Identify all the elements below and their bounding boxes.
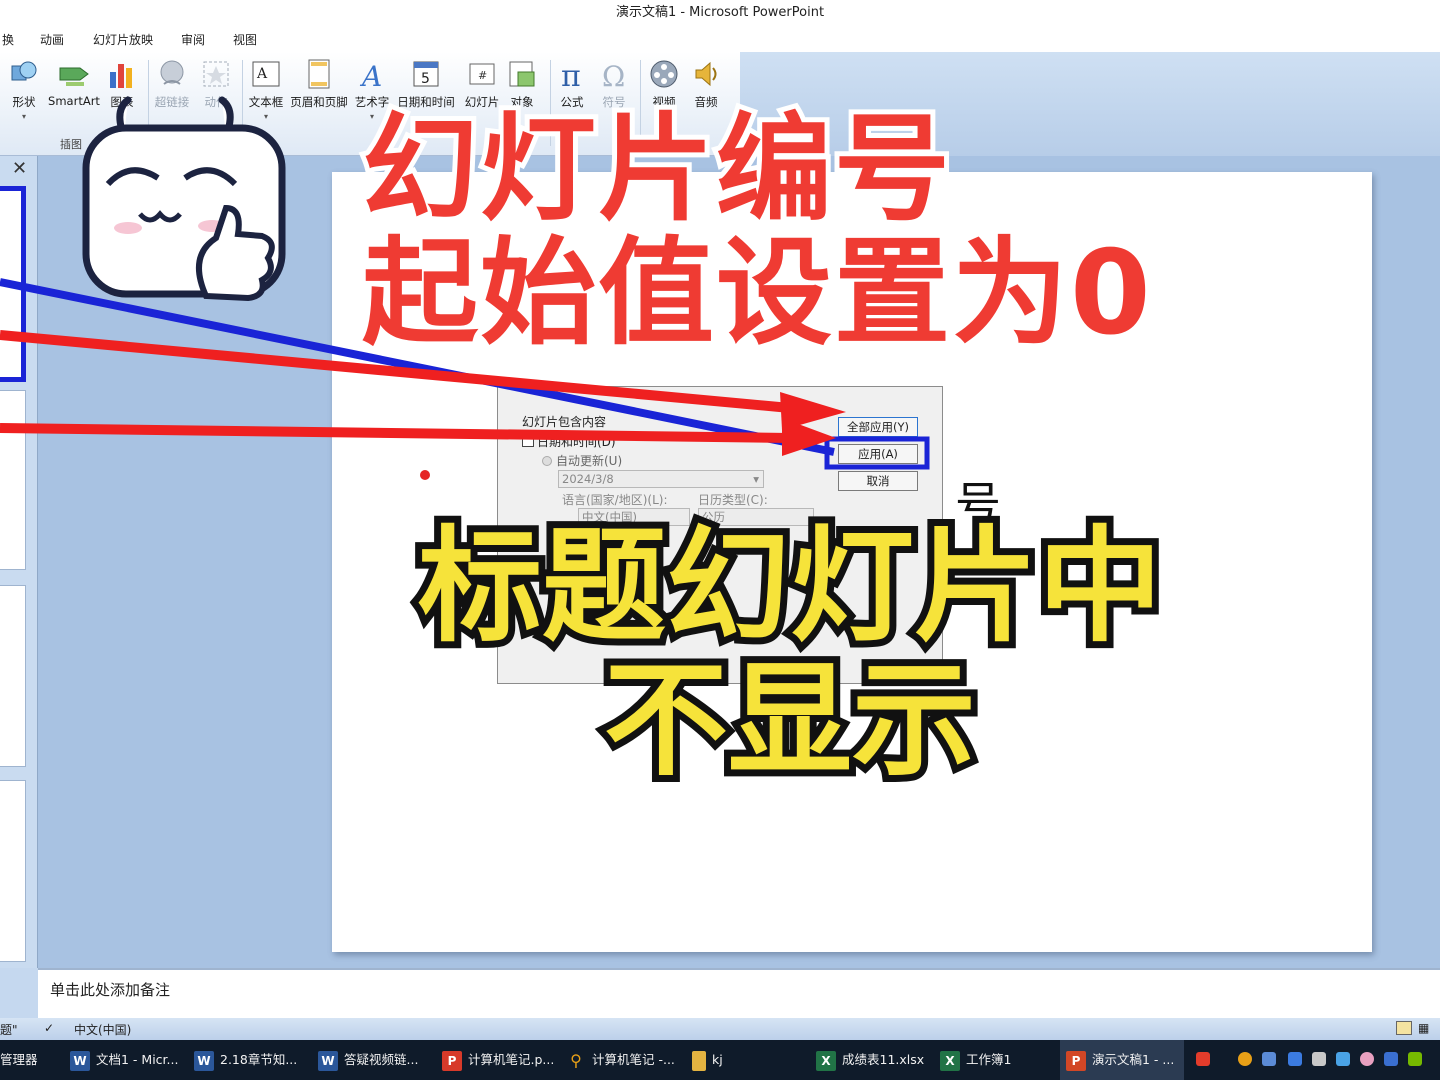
chevron-down-icon: ▾ (753, 472, 759, 486)
auto-update-radio-row[interactable]: 自动更新(U) (542, 452, 622, 469)
word-icon: W (70, 1050, 90, 1071)
slide-thumbnail-1[interactable] (0, 186, 26, 382)
wordart-icon: A (359, 60, 382, 90)
taskbar-item-notes-search[interactable]: ⚲ 计算机笔记 -... (566, 1040, 675, 1080)
status-theme: 题" (0, 1023, 18, 1037)
slide-thumbnail-2[interactable] (0, 390, 26, 570)
video-reel-icon (650, 60, 678, 88)
date-time-checkbox-row[interactable]: 日期和时间(D) (522, 433, 616, 450)
status-language[interactable]: 中文(中国) (74, 1021, 131, 1038)
action-icon (203, 61, 229, 87)
shapes-icon (11, 61, 37, 81)
svg-text:A: A (359, 60, 382, 90)
apply-all-button[interactable]: 全部应用(Y) (838, 417, 918, 437)
caption-yellow-line2: 不显示 (597, 647, 983, 795)
pdf-icon: P (442, 1050, 462, 1071)
search-icon: ⚲ (570, 1050, 582, 1070)
smartart-icon (59, 67, 89, 86)
network-icon[interactable] (1336, 1052, 1350, 1066)
menu-bar: 换 动画 幻灯片放映 审阅 视图 (0, 26, 1440, 52)
ime-icon[interactable] (1196, 1052, 1210, 1066)
date-format-select[interactable]: 2024/3/8 ▾ (558, 470, 764, 488)
caption-red-line1: 幻灯片编号 (357, 102, 955, 237)
taskbar-item-file-manager[interactable]: 管理器 (0, 1040, 38, 1080)
taskbar-item-notes-pdf[interactable]: P 计算机笔记.p... (442, 1040, 554, 1080)
taskbar-item-doc1[interactable]: W 文档1 - Micr... (70, 1040, 178, 1080)
shapes-button[interactable]: 形状 ▾ (0, 56, 50, 134)
tab-view[interactable]: 视图 (233, 31, 257, 48)
folder-icon (692, 1050, 706, 1071)
search-icon[interactable] (1238, 1052, 1252, 1066)
caption-yellow: 标题幻灯片中 不显示 (350, 513, 1230, 795)
tray-icon[interactable] (1312, 1052, 1326, 1066)
word-icon: W (194, 1050, 214, 1071)
svg-text:A: A (256, 66, 268, 82)
object-icon (509, 61, 535, 87)
slide-sorter-icon[interactable]: ▦ (1418, 1021, 1429, 1035)
language-label: 语言(国家/地区)(L): (562, 493, 668, 507)
textbox-icon: A (252, 61, 280, 87)
tab-animations[interactable]: 动画 (40, 31, 64, 48)
header-footer-icon (308, 59, 330, 89)
excel-icon: X (816, 1050, 836, 1071)
auto-update-radio[interactable] (542, 456, 552, 466)
svg-text:Ω: Ω (602, 60, 625, 90)
slide-thumbnail-4[interactable] (0, 780, 26, 962)
taskbar-item-kj-folder[interactable]: kj (692, 1040, 723, 1080)
taskbar-item-chapter[interactable]: W 2.18章节知... (194, 1040, 297, 1080)
normal-view-icon[interactable] (1396, 1021, 1412, 1035)
chart-button[interactable]: 图表 (96, 56, 148, 134)
date-time-icon: 5 (413, 61, 439, 87)
display-icon[interactable] (1262, 1052, 1276, 1066)
tab-transitions[interactable]: 换 (2, 31, 14, 48)
powerpoint-icon: P (1066, 1050, 1086, 1071)
speaker-icon (695, 61, 717, 87)
taskbar-item-grades-xlsx[interactable]: X 成绩表11.xlsx (816, 1040, 924, 1080)
svg-text:#: # (478, 69, 487, 82)
taskbar-item-workbook1[interactable]: X 工作簿1 (940, 1040, 1011, 1080)
caption-red-line2: 起始值设置为0 (357, 226, 1156, 361)
word-icon: W (318, 1050, 338, 1071)
group-label-illustrations: 插图 (60, 138, 82, 151)
status-bar: 题" ✓ 中文(中国) ▦ (0, 1018, 1440, 1040)
svg-text:π: π (561, 59, 581, 90)
spellcheck-icon[interactable]: ✓ (44, 1021, 54, 1035)
flower-icon[interactable] (1360, 1052, 1374, 1066)
taskbar-item-presentation1[interactable]: P 演示文稿1 - ... (1060, 1040, 1184, 1080)
slide-number-icon: # (469, 63, 495, 85)
apply-button[interactable]: 应用(A) (838, 444, 918, 464)
calendar-label: 日历类型(C): (698, 493, 768, 507)
slide-thumbnail-3[interactable] (0, 585, 26, 767)
caption-yellow-line1: 标题幻灯片中 (411, 513, 1169, 661)
hyperlink-icon (160, 60, 184, 85)
header-footer-button[interactable]: 页眉和页脚 (288, 56, 350, 134)
shield-icon[interactable] (1384, 1052, 1398, 1066)
cancel-button[interactable]: 取消 (838, 471, 918, 491)
app-tray-icon[interactable] (1288, 1052, 1302, 1066)
close-icon[interactable]: ✕ (12, 158, 27, 179)
date-time-checkbox[interactable] (522, 435, 534, 447)
svg-text:5: 5 (421, 71, 430, 87)
window-title: 演示文稿1 - Microsoft PowerPoint (0, 0, 1440, 26)
taskbar-item-qa-video[interactable]: W 答疑视频链... (318, 1040, 418, 1080)
omega-icon: Ω (602, 60, 625, 90)
action-button[interactable]: 动作 (190, 56, 242, 134)
excel-icon: X (940, 1050, 960, 1071)
textbox-button[interactable]: A 文本框 ▾ (240, 56, 292, 134)
pi-icon: π (561, 59, 581, 90)
tab-slideshow[interactable]: 幻灯片放映 (93, 31, 153, 48)
smartart-button[interactable]: SmartArt (46, 56, 102, 134)
caption-red: 幻灯片编号 起始值设置为0 (357, 102, 1282, 361)
nvidia-icon[interactable] (1408, 1052, 1422, 1066)
tab-review[interactable]: 审阅 (181, 31, 205, 48)
taskbar: 管理器 W 文档1 - Micr... W 2.18章节知... W 答疑视频链...… (0, 1040, 1440, 1080)
dialog-section-label: 幻灯片包含内容 (522, 415, 607, 429)
notes-pane[interactable]: 单击此处添加备注 (38, 968, 1440, 1018)
chart-icon (110, 64, 132, 88)
